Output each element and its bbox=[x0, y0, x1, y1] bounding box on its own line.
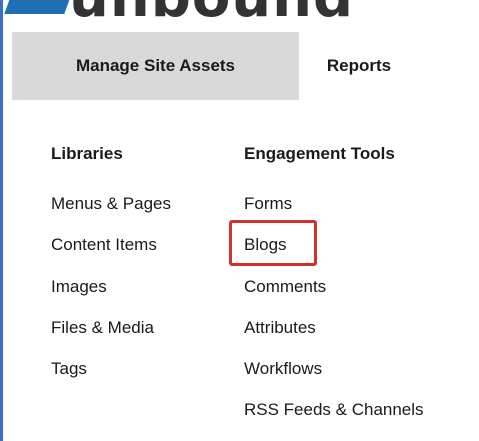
blogs-highlight-box bbox=[229, 220, 317, 266]
logo-mark-icon bbox=[4, 0, 74, 14]
link-workflows[interactable]: Workflows bbox=[244, 359, 322, 379]
link-tags[interactable]: Tags bbox=[51, 359, 87, 379]
tab-manage-site-assets[interactable]: Manage Site Assets bbox=[12, 32, 299, 100]
link-images[interactable]: Images bbox=[51, 277, 107, 297]
tab-reports[interactable]: Reports bbox=[299, 32, 419, 100]
link-content-items[interactable]: Content Items bbox=[51, 235, 157, 255]
link-rss-feeds-channels[interactable]: RSS Feeds & Channels bbox=[244, 400, 424, 420]
libraries-heading: Libraries bbox=[51, 144, 123, 163]
link-menus-pages[interactable]: Menus & Pages bbox=[51, 194, 171, 214]
link-comments[interactable]: Comments bbox=[244, 277, 326, 297]
link-forms[interactable]: Forms bbox=[244, 194, 292, 214]
link-attributes[interactable]: Attributes bbox=[244, 318, 316, 338]
brand-logo: unbound bbox=[3, 0, 479, 32]
logo-text: unbound bbox=[69, 0, 354, 26]
link-files-media[interactable]: Files & Media bbox=[51, 318, 154, 338]
engagement-tools-heading: Engagement Tools bbox=[244, 144, 395, 163]
main-tab-bar: Manage Site Assets Reports bbox=[3, 32, 479, 100]
